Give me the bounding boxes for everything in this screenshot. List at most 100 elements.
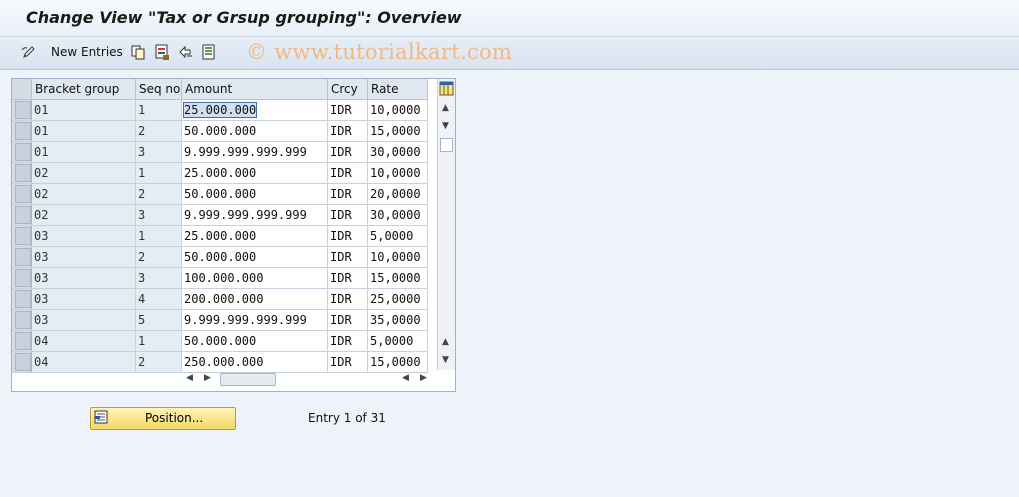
table-row: 04 1 50.000.000 IDR 5,0000 xyxy=(12,330,428,352)
cell-rate[interactable]: 5,0000 xyxy=(367,225,428,247)
cell-value: 3 xyxy=(138,208,146,222)
scroll-left-end-icon[interactable]: ◀ xyxy=(402,374,409,383)
cell-rate[interactable]: 20,0000 xyxy=(367,183,428,205)
cell-amount[interactable]: 50.000.000 xyxy=(181,246,328,268)
cell-seq-no: 3 xyxy=(135,267,182,289)
cell-crcy[interactable]: IDR xyxy=(327,309,368,331)
select-all-header[interactable] xyxy=(12,79,32,100)
cell-rate[interactable]: 15,0000 xyxy=(367,351,428,373)
watermark: © www.tutorialkart.com xyxy=(246,40,513,64)
row-selector[interactable] xyxy=(12,162,32,184)
new-entries-button[interactable]: New Entries xyxy=(51,45,123,59)
cell-rate[interactable]: 15,0000 xyxy=(367,120,428,142)
cell-value: 2 xyxy=(138,250,146,264)
edit-pencil-icon[interactable] xyxy=(21,44,37,60)
cell-crcy[interactable]: IDR xyxy=(327,141,368,163)
cell-amount[interactable]: 25.000.000 xyxy=(181,99,328,121)
column-header-bracket-group[interactable]: Bracket group xyxy=(31,79,136,100)
cell-value: 01 xyxy=(34,145,49,159)
row-selector[interactable] xyxy=(12,246,32,268)
vertical-scroll-thumb[interactable] xyxy=(440,138,453,152)
row-selector[interactable] xyxy=(12,225,32,247)
cell-amount[interactable]: 9.999.999.999.999 xyxy=(181,204,328,226)
cell-rate[interactable]: 30,0000 xyxy=(367,141,428,163)
undo-icon[interactable] xyxy=(178,44,194,60)
cell-seq-no: 2 xyxy=(135,351,182,373)
scroll-right-icon[interactable]: ▶ xyxy=(204,374,211,383)
cell-crcy[interactable]: IDR xyxy=(327,246,368,268)
cell-value: 2 xyxy=(138,187,146,201)
cell-amount[interactable]: 25.000.000 xyxy=(181,162,328,184)
cell-value: 25.000.000 xyxy=(184,166,257,180)
column-header-amount[interactable]: Amount xyxy=(181,79,328,100)
save-icon[interactable] xyxy=(154,44,170,60)
cell-rate[interactable]: 25,0000 xyxy=(367,288,428,310)
column-header-rate[interactable]: Rate xyxy=(367,79,428,100)
table-header-row: Bracket group Seq no Amount Crcy Rate xyxy=(12,79,428,100)
cell-bracket-group: 01 xyxy=(31,141,136,163)
cell-rate[interactable]: 10,0000 xyxy=(367,99,428,121)
row-selector[interactable] xyxy=(12,183,32,205)
cell-crcy[interactable]: IDR xyxy=(327,267,368,289)
cell-amount[interactable]: 50.000.000 xyxy=(181,120,328,142)
cell-value: 1 xyxy=(138,229,146,243)
position-button[interactable]: Position... xyxy=(90,407,236,430)
horizontal-scroll-thumb[interactable] xyxy=(220,373,276,386)
scroll-up-bottom-icon[interactable]: ▲ xyxy=(442,338,449,347)
cell-amount[interactable]: 9.999.999.999.999 xyxy=(181,309,328,331)
vertical-scrollbar[interactable]: ▲ ▼ ▲ ▼ xyxy=(437,79,455,370)
cell-rate[interactable]: 10,0000 xyxy=(367,162,428,184)
row-selector[interactable] xyxy=(12,267,32,289)
scroll-right-end-icon[interactable]: ▶ xyxy=(420,374,427,383)
scroll-down-icon[interactable]: ▼ xyxy=(442,122,449,131)
cell-rate[interactable]: 15,0000 xyxy=(367,267,428,289)
scroll-down-bottom-icon[interactable]: ▼ xyxy=(442,356,449,365)
column-header-seq-no[interactable]: Seq no xyxy=(135,79,182,100)
cell-crcy[interactable]: IDR xyxy=(327,330,368,352)
cell-amount[interactable]: 50.000.000 xyxy=(181,183,328,205)
cell-bracket-group: 03 xyxy=(31,288,136,310)
cell-value: 01 xyxy=(34,124,49,138)
row-selector[interactable] xyxy=(12,120,32,142)
row-selector[interactable] xyxy=(12,309,32,331)
scroll-up-icon[interactable]: ▲ xyxy=(442,104,449,113)
row-selector[interactable] xyxy=(12,99,32,121)
cell-value: 01 xyxy=(34,103,49,117)
cell-crcy[interactable]: IDR xyxy=(327,120,368,142)
cell-crcy[interactable]: IDR xyxy=(327,183,368,205)
cell-crcy[interactable]: IDR xyxy=(327,99,368,121)
cell-rate[interactable]: 35,0000 xyxy=(367,309,428,331)
horizontal-scrollbar[interactable]: ◀ ▶ ◀ ▶ xyxy=(182,371,432,387)
row-selector[interactable] xyxy=(12,288,32,310)
row-selector[interactable] xyxy=(12,351,32,373)
cell-rate[interactable]: 30,0000 xyxy=(367,204,428,226)
cell-amount[interactable]: 100.000.000 xyxy=(181,267,328,289)
cell-seq-no: 3 xyxy=(135,141,182,163)
cell-amount[interactable]: 250.000.000 xyxy=(181,351,328,373)
cell-amount[interactable]: 50.000.000 xyxy=(181,330,328,352)
cell-value: 50.000.000 xyxy=(184,334,257,348)
column-header-crcy[interactable]: Crcy xyxy=(327,79,368,100)
cell-value: 03 xyxy=(34,250,49,264)
cell-amount[interactable]: 200.000.000 xyxy=(181,288,328,310)
row-selector[interactable] xyxy=(12,330,32,352)
cell-crcy[interactable]: IDR xyxy=(327,162,368,184)
column-settings-icon[interactable] xyxy=(438,80,455,98)
details-icon[interactable] xyxy=(201,44,217,60)
cell-crcy[interactable]: IDR xyxy=(327,351,368,373)
cell-value: 10,0000 xyxy=(370,103,421,117)
position-icon xyxy=(94,410,108,424)
cell-seq-no: 2 xyxy=(135,246,182,268)
cell-crcy[interactable]: IDR xyxy=(327,225,368,247)
copy-icon[interactable] xyxy=(130,44,146,60)
cell-rate[interactable]: 10,0000 xyxy=(367,246,428,268)
cell-amount[interactable]: 25.000.000 xyxy=(181,225,328,247)
row-selector[interactable] xyxy=(12,141,32,163)
cell-rate[interactable]: 5,0000 xyxy=(367,330,428,352)
row-selector[interactable] xyxy=(12,204,32,226)
position-button-label: Position... xyxy=(145,411,204,425)
cell-crcy[interactable]: IDR xyxy=(327,288,368,310)
cell-amount[interactable]: 9.999.999.999.999 xyxy=(181,141,328,163)
cell-crcy[interactable]: IDR xyxy=(327,204,368,226)
scroll-left-icon[interactable]: ◀ xyxy=(186,374,193,383)
